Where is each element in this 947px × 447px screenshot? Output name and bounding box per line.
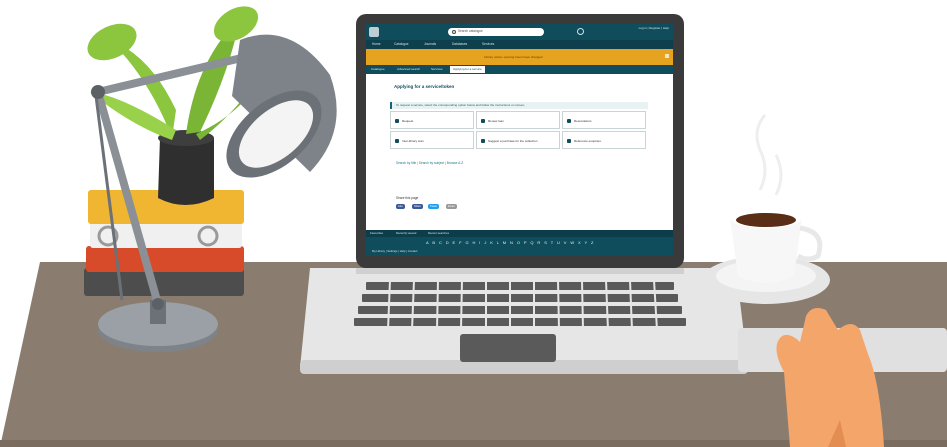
search-placeholder: Search catalogue [458,29,483,33]
logo-icon [369,27,379,37]
page-title: Applying for a service/token [394,84,455,89]
laptop-screen: Search catalogue Log in | Register | Hel… [366,24,673,256]
card-label: Renew loan [488,119,504,123]
service-card[interactable]: Renew loan [476,111,560,129]
quick-links[interactable]: Search by title | Search by subject | Br… [396,161,463,165]
close-icon[interactable] [665,54,669,58]
document-icon [567,119,571,123]
tab-recent-searches[interactable]: Recent searches [428,231,449,235]
card-label: Suggest a purchase for the collection [488,139,538,143]
service-card[interactable]: Inter-library loan [390,131,474,149]
share-heading: Share this page [396,196,419,200]
card-label: Reference enquiries [574,139,601,143]
tab-bar: Catalogue Advanced search Services Apply… [366,65,673,74]
nav-item-databases[interactable]: Databases [452,42,467,46]
info-text: To request a service, select the corresp… [396,103,526,107]
card-label: Request [402,119,414,123]
top-header: Search catalogue Log in | Register | Hel… [366,24,673,40]
service-grid: Request Renew loan Reservations Inter-li… [390,111,648,149]
tab-applying[interactable]: Applying for a service [450,66,485,73]
nav-item-journals[interactable]: Journals [424,42,436,46]
tab-recently-viewed[interactable]: Recently viewed [396,231,416,235]
coffee-cup [702,114,830,304]
service-card[interactable]: Suggest a purchase for the collection [476,131,560,149]
bottom-links[interactable]: My Library | Settings | Help | Contact [372,249,417,253]
service-card[interactable]: Reservations [562,111,646,129]
document-icon [481,139,485,143]
like-button[interactable]: Like [396,204,405,209]
tweet-button[interactable]: Tweet [428,204,439,209]
nav-item-home[interactable]: Home [372,42,381,46]
search-icon [452,30,456,34]
card-label: Inter-library loan [402,139,424,143]
alphabet-index[interactable]: A B C D E F G H I J K L M N O P Q R S T … [426,240,595,245]
bottom-tabs: Favourites Recently viewed Recent search… [366,230,673,237]
banner-text: Library notice: opening hours have chang… [484,55,543,59]
nav-item-catalogue[interactable]: Catalogue [394,42,409,46]
nav-item-services[interactable]: Services [482,42,494,46]
tab-catalogue[interactable]: Catalogue [368,66,388,73]
notice-banner: Library notice: opening hours have chang… [366,49,673,65]
service-card[interactable]: Reference enquiries [562,131,646,149]
email-button[interactable]: Email [446,204,457,209]
card-label: Reservations [574,119,592,123]
book-stack [84,190,244,296]
user-links[interactable]: Log in | Register | Help [639,26,669,30]
document-icon [481,119,485,123]
document-icon [567,139,571,143]
document-icon [395,119,399,123]
tab-advanced-search[interactable]: Advanced search [394,66,423,73]
tab-services[interactable]: Services [428,66,446,73]
document-icon [395,139,399,143]
service-card[interactable]: Request [390,111,474,129]
gear-icon[interactable] [577,28,584,35]
tab-favourites[interactable]: Favourites [370,231,383,235]
info-box: To request a service, select the corresp… [390,102,648,109]
share-button[interactable]: Share [412,204,423,209]
search-input[interactable]: Search catalogue [448,28,544,36]
bottom-bar: Favourites Recently viewed Recent search… [366,230,673,256]
main-nav: Home Catalogue Journals Databases Servic… [366,40,673,49]
